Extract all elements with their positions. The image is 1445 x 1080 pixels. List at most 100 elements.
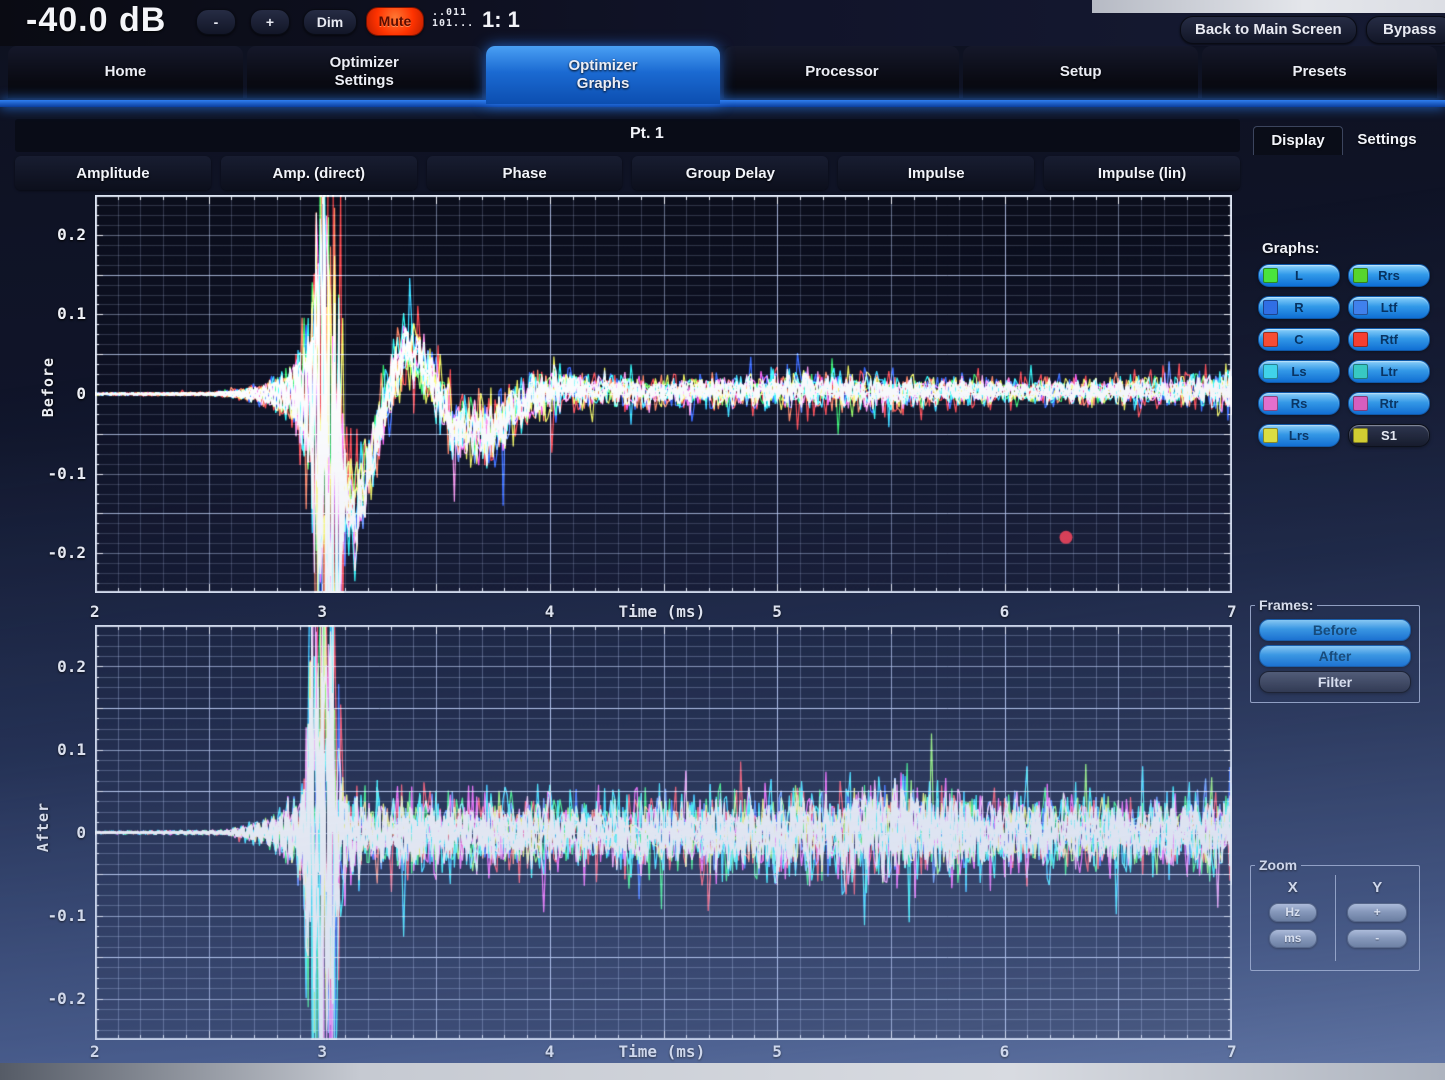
graphs-section-title: Graphs: <box>1262 240 1320 257</box>
channel-color-swatch <box>1353 268 1368 283</box>
y-tick-label: -0.1 <box>47 464 86 483</box>
graph-tab-amplitude[interactable]: Amplitude <box>15 156 211 190</box>
x-tick-label: 7 <box>1227 602 1237 621</box>
x-tick-label: 5 <box>772 1042 782 1061</box>
monitor-bezel-bottom <box>0 1063 1445 1080</box>
channel-color-swatch <box>1263 428 1278 443</box>
binary-stream-icon: ..011 101... <box>432 7 474 29</box>
channel-label: Rtf <box>1380 332 1398 347</box>
binary-icon-line1: ..011 <box>432 7 474 18</box>
x-axis-title: Time (ms) <box>619 1042 706 1061</box>
volume-down-button[interactable]: - <box>196 9 236 35</box>
frames-buttons: Before After Filter <box>1251 619 1419 693</box>
frame-button-filter[interactable]: Filter <box>1259 671 1411 693</box>
frame-button-after[interactable]: After <box>1259 645 1411 667</box>
main-tab-bar: Home Optimizer Settings Optimizer Graphs… <box>8 46 1437 104</box>
graph-type-tab-bar: Amplitude Amp. (direct) Phase Group Dela… <box>15 156 1240 190</box>
x-tick-label: 5 <box>772 602 782 621</box>
tab-optimizer-settings[interactable]: Optimizer Settings <box>247 46 482 98</box>
channel-button-Rtf[interactable]: Rtf <box>1348 328 1430 351</box>
after-plot-canvas[interactable] <box>95 625 1232 1040</box>
channel-button-Ltr[interactable]: Ltr <box>1348 360 1430 383</box>
y-tick-label: -0.1 <box>47 906 86 925</box>
before-axis-title: Before <box>39 357 57 417</box>
tab-processor[interactable]: Processor <box>724 46 959 98</box>
zoom-x-ms-button[interactable]: ms <box>1269 929 1317 948</box>
channel-button-Rtr[interactable]: Rtr <box>1348 392 1430 415</box>
channel-color-swatch <box>1353 332 1368 347</box>
back-to-main-screen-button[interactable]: Back to Main Screen <box>1180 16 1357 44</box>
channel-button-L[interactable]: L <box>1258 264 1340 287</box>
x-tick-label: 3 <box>317 602 327 621</box>
graph-tab-amp-direct[interactable]: Amp. (direct) <box>221 156 417 190</box>
before-y-axis-labels: 0.20.10-0.1-0.2 <box>28 195 90 593</box>
channel-color-swatch <box>1263 332 1278 347</box>
zoom-y-column: Y + - <box>1335 875 1420 961</box>
channel-label: S1 <box>1381 428 1397 443</box>
panel-tab-settings[interactable]: Settings <box>1343 126 1431 154</box>
channel-button-Rs[interactable]: Rs <box>1258 392 1340 415</box>
x-tick-label: 4 <box>545 602 555 621</box>
frame-button-before[interactable]: Before <box>1259 619 1411 641</box>
x-tick-label: 6 <box>1000 1042 1010 1061</box>
channel-button-Ltf[interactable]: Ltf <box>1348 296 1430 319</box>
channel-button-Rrs[interactable]: Rrs <box>1348 264 1430 287</box>
dim-button[interactable]: Dim <box>303 9 357 35</box>
x-tick-label: 2 <box>90 1042 100 1061</box>
channel-button-C[interactable]: C <box>1258 328 1340 351</box>
tab-setup[interactable]: Setup <box>963 46 1198 98</box>
channel-button-R[interactable]: R <box>1258 296 1340 319</box>
graph-tab-phase[interactable]: Phase <box>427 156 623 190</box>
panel-tab-display[interactable]: Display <box>1253 126 1343 155</box>
channel-color-swatch <box>1353 396 1368 411</box>
before-x-axis-labels: 234567Time (ms) <box>95 602 1232 624</box>
channel-toggle-grid: L Rrs R Ltf C Rtf Ls Ltr Rs Rtr Lrs S1 <box>1258 264 1430 447</box>
channel-label: Rs <box>1291 396 1308 411</box>
tab-home[interactable]: Home <box>8 46 243 98</box>
channel-button-Ls[interactable]: Ls <box>1258 360 1340 383</box>
zoom-x-column: X Hz ms <box>1251 875 1335 961</box>
channel-label: Ls <box>1291 364 1306 379</box>
monitor-bezel-top <box>1092 0 1445 13</box>
after-x-axis-labels: 234567Time (ms) <box>95 1042 1232 1064</box>
measurement-point-bar <box>15 119 1240 152</box>
before-impulse-plot[interactable] <box>95 195 1232 593</box>
graph-tab-group-delay[interactable]: Group Delay <box>632 156 828 190</box>
zoom-section: Zoom X Hz ms Y + - <box>1250 857 1420 971</box>
measurement-point-label: Pt. 1 <box>630 125 664 143</box>
bypass-button[interactable]: Bypass <box>1366 16 1445 44</box>
volume-up-button[interactable]: + <box>250 9 290 35</box>
channel-label: Ltf <box>1381 300 1398 315</box>
x-tick-label: 3 <box>317 1042 327 1061</box>
y-tick-label: -0.2 <box>47 989 86 1008</box>
channel-color-swatch <box>1353 428 1368 443</box>
master-volume-readout: -40.0 dB <box>26 1 166 40</box>
after-axis-title: After <box>34 802 52 852</box>
graph-tab-impulse-lin[interactable]: Impulse (lin) <box>1044 156 1240 190</box>
y-tick-label: 0 <box>76 823 86 842</box>
graph-tab-impulse[interactable]: Impulse <box>838 156 1034 190</box>
x-tick-label: 2 <box>90 602 100 621</box>
before-plot-canvas[interactable] <box>95 195 1232 593</box>
tab-presets[interactable]: Presets <box>1202 46 1437 98</box>
after-impulse-plot[interactable] <box>95 625 1232 1040</box>
panel-tab-bar: Display Settings <box>1253 126 1431 155</box>
frames-section-title: Frames: <box>1255 597 1317 613</box>
channel-color-swatch <box>1263 396 1278 411</box>
channel-button-Lrs[interactable]: Lrs <box>1258 424 1340 447</box>
zoom-y-minus-button[interactable]: - <box>1347 929 1407 948</box>
zoom-y-plus-button[interactable]: + <box>1347 903 1407 922</box>
channel-label: C <box>1294 332 1303 347</box>
channel-label: Rrs <box>1378 268 1400 283</box>
y-tick-label: 0.1 <box>57 304 86 323</box>
zoom-x-hz-button[interactable]: Hz <box>1269 903 1317 922</box>
tab-optimizer-graphs[interactable]: Optimizer Graphs <box>486 46 721 104</box>
channel-color-swatch <box>1353 364 1368 379</box>
active-tab-underline <box>0 100 1445 107</box>
mute-button[interactable]: Mute <box>366 7 424 36</box>
x-axis-title: Time (ms) <box>619 602 706 621</box>
channel-color-swatch <box>1263 268 1278 283</box>
channel-label: L <box>1295 268 1303 283</box>
channel-label: Rtr <box>1380 396 1399 411</box>
channel-button-S1[interactable]: S1 <box>1348 424 1430 447</box>
